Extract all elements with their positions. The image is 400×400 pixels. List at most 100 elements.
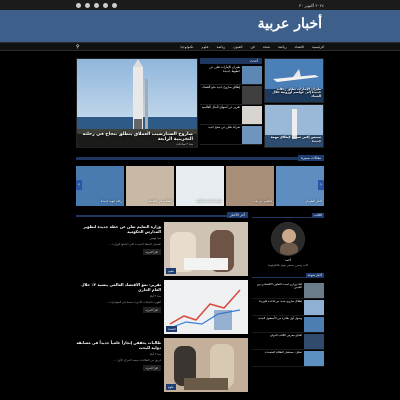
list-item[interactable]: طيران الإمارات تعلن عن خطوط جديدة [200, 65, 262, 85]
top-bar: ٢٠٢٤ أكتوبر ٣٠ [0, 0, 400, 10]
post-item[interactable]: طالبات يحققن إنجازاً علمياً جديداً في مس… [76, 338, 248, 394]
nav-item[interactable]: تكنولوجيا [181, 45, 194, 49]
recent-list: لقاء وزاري لبحث التعاون الاقتصادي بين ال… [252, 282, 324, 367]
strip-card[interactable]: رحلة جوية جديدة [76, 166, 124, 206]
list-item-title[interactable]: إطلاق صاروخ جديد نحو الفضاء [200, 85, 240, 103]
list-item[interactable]: إطلاق صاروخ جديد نحو الفضاء [200, 85, 262, 105]
youtube-icon[interactable] [94, 2, 99, 8]
list-item[interactable]: وصول أول طائرة من الأسطول الجديد [252, 316, 324, 333]
post-image: اقتصاد [164, 280, 248, 334]
thumbnail [304, 300, 324, 315]
thumbnail [304, 334, 324, 349]
category-badge[interactable]: اقتصاد [166, 326, 178, 332]
nav-item[interactable]: رياضة [278, 45, 287, 49]
section-divider [76, 157, 324, 160]
post-meta: منذ ٣ أيام [149, 294, 161, 298]
author-widget: أحمد كاتب ومحرر صحفي مهتم بالتكنولوجيا [252, 222, 324, 267]
post-image: تعليم [164, 222, 248, 276]
list-item[interactable]: تقرير عن أسواق المال العالمية [200, 105, 262, 125]
nav-item[interactable]: صحة [263, 45, 270, 49]
strip-card[interactable]: أخبار الطيران [276, 166, 324, 206]
list-item[interactable]: شركة تعلن عن منتج جديد [200, 125, 262, 145]
carousel-next-icon[interactable]: › [318, 180, 324, 190]
facebook-icon[interactable] [76, 2, 81, 8]
list-item[interactable]: إطلاق صاروخ جديد من قاعدة فلوريدا [252, 299, 324, 316]
side-list-header: أحدث [200, 58, 262, 64]
widget-title: أخبار منوعة [305, 273, 324, 277]
list-item-title[interactable]: وصول أول طائرة من الأسطول الجديد [252, 316, 302, 332]
twitter-icon[interactable] [85, 2, 90, 8]
side-list: طيران الإمارات تعلن عن خطوط جديدة إطلاق … [200, 65, 262, 145]
thumbnail [304, 351, 324, 366]
nav-item[interactable]: فن [251, 45, 255, 49]
feature-title[interactable]: طيران الإمارات تطلق رحلات جديدة إلى عواص… [267, 87, 321, 99]
list-item-title[interactable]: تحليل: مستقبل الطاقة المتجددة [252, 350, 302, 366]
strip-title[interactable]: أخبار الطيران [278, 200, 322, 204]
avatar[interactable] [271, 222, 305, 256]
post-excerpt: فريق من الطالبات يحصد المركز الأول ... [113, 358, 161, 362]
category-badge[interactable]: تعليم [166, 268, 176, 274]
nav-item[interactable]: الفنون [233, 45, 242, 49]
read-more-button[interactable]: اقرأ المزيد [142, 365, 161, 371]
read-more-button[interactable]: اقرأ المزيد [142, 307, 161, 313]
author-name[interactable]: أحمد [285, 258, 291, 262]
post-meta: منذ ٤ أيام [149, 352, 161, 356]
site-header: أخبار عربية [0, 10, 400, 42]
post-excerpt: أظهرت البيانات الأخيرة تحسنا في المؤشرات… [105, 300, 161, 304]
nav-item[interactable]: رياضة [217, 45, 226, 49]
list-item[interactable]: لقاء وزاري لبحث التعاون الاقتصادي بين ال… [252, 282, 324, 299]
section-label: أخر الأخبار [226, 212, 248, 218]
post-excerpt: تفاصيل الخطة الجديدة التي أعلنتها الوزار… [108, 242, 161, 246]
strip-title[interactable]: تحليل البيانات المالية [178, 200, 222, 204]
feature-card[interactable]: طيران الإمارات تطلق رحلات جديدة إلى عواص… [264, 58, 324, 103]
strip-title[interactable]: التعليم عن بعد [228, 200, 272, 204]
list-item[interactable]: افتتاح معرض الكتاب الدولي [252, 333, 324, 350]
sidebar: الكاتب أحمد كاتب ومحرر صحفي مهتم بالتكنو… [252, 213, 324, 367]
rss-icon[interactable] [112, 2, 117, 8]
widget-title: الكاتب [311, 213, 324, 217]
author-bio: كاتب ومحرر صحفي مهتم بالتكنولوجيا [268, 264, 308, 267]
category-badge[interactable]: علوم [166, 384, 176, 390]
featured-strip: رحلة جوية جديدة الطلاب في الجامعة تحليل … [76, 166, 324, 206]
post-title[interactable]: طالبات يحققن إنجازاً علمياً جديداً في مس… [76, 340, 161, 350]
feature-card[interactable]: سبيس إكس تستعد لإطلاق مهمة جديدة [264, 104, 324, 148]
nav-item[interactable]: علوم [201, 45, 208, 49]
carousel-prev-icon[interactable]: ‹ [76, 180, 82, 190]
main-nav: الرئيسية اقتصاد رياضة صحة فن الفنون رياض… [0, 42, 400, 51]
site-logo[interactable]: أخبار عربية [258, 16, 322, 32]
list-item-title[interactable]: طيران الإمارات تعلن عن خطوط جديدة [200, 65, 240, 83]
list-item[interactable]: تحليل: مستقبل الطاقة المتجددة [252, 350, 324, 367]
strip-title[interactable]: رحلة جوية جديدة [78, 200, 122, 204]
strip-title[interactable]: الطلاب في الجامعة [128, 200, 172, 204]
hero-meta: منذ ٣ ساعات [176, 142, 193, 146]
thumbnail [242, 126, 262, 144]
nav-item[interactable]: الرئيسية [312, 45, 324, 49]
current-date: ٢٠٢٤ أكتوبر ٣٠ [298, 2, 324, 8]
strip-card[interactable]: الطلاب في الجامعة [126, 166, 174, 206]
hero-article[interactable]: صاروخ الستارشيب العملاق ينطلق بنجاح في ر… [76, 58, 198, 148]
thumbnail [304, 283, 324, 298]
nav-item[interactable]: اقتصاد [295, 45, 304, 49]
widget-header: الكاتب [252, 213, 324, 218]
search-icon[interactable]: ⚲ [76, 44, 80, 50]
list-item-title[interactable]: تقرير عن أسواق المال العالمية [200, 105, 240, 123]
hero-title[interactable]: صاروخ الستارشيب العملاق ينطلق بنجاح في ر… [81, 132, 194, 142]
post-title[interactable]: تقرير: نمو الاقتصاد العالمي بنسبة ٣٪ خلا… [76, 282, 161, 292]
instagram-icon[interactable] [103, 2, 108, 8]
list-item-title[interactable]: إطلاق صاروخ جديد من قاعدة فلوريدا [252, 299, 302, 315]
post-meta: منذ يومين [149, 236, 161, 240]
post-item[interactable]: تقرير: نمو الاقتصاد العالمي بنسبة ٣٪ خلا… [76, 280, 248, 336]
post-title[interactable]: وزارة التعليم تعلن عن خطة جديدة لتطوير ا… [76, 224, 161, 234]
list-item-title[interactable]: افتتاح معرض الكتاب الدولي [252, 333, 302, 349]
strip-card[interactable]: التعليم عن بعد [226, 166, 274, 206]
read-more-button[interactable]: اقرأ المزيد [142, 249, 161, 255]
post-image: علوم [164, 338, 248, 392]
list-item-title[interactable]: شركة تعلن عن منتج جديد [200, 125, 240, 143]
thumbnail [242, 106, 262, 124]
strip-card[interactable]: تحليل البيانات المالية [176, 166, 224, 206]
section-label: مقالات مميزة [298, 155, 324, 161]
feature-title[interactable]: سبيس إكس تستعد لإطلاق مهمة جديدة [267, 136, 321, 144]
social-links [76, 2, 117, 8]
list-item-title[interactable]: لقاء وزاري لبحث التعاون الاقتصادي بين ال… [252, 282, 302, 298]
post-item[interactable]: وزارة التعليم تعلن عن خطة جديدة لتطوير ا… [76, 222, 248, 278]
